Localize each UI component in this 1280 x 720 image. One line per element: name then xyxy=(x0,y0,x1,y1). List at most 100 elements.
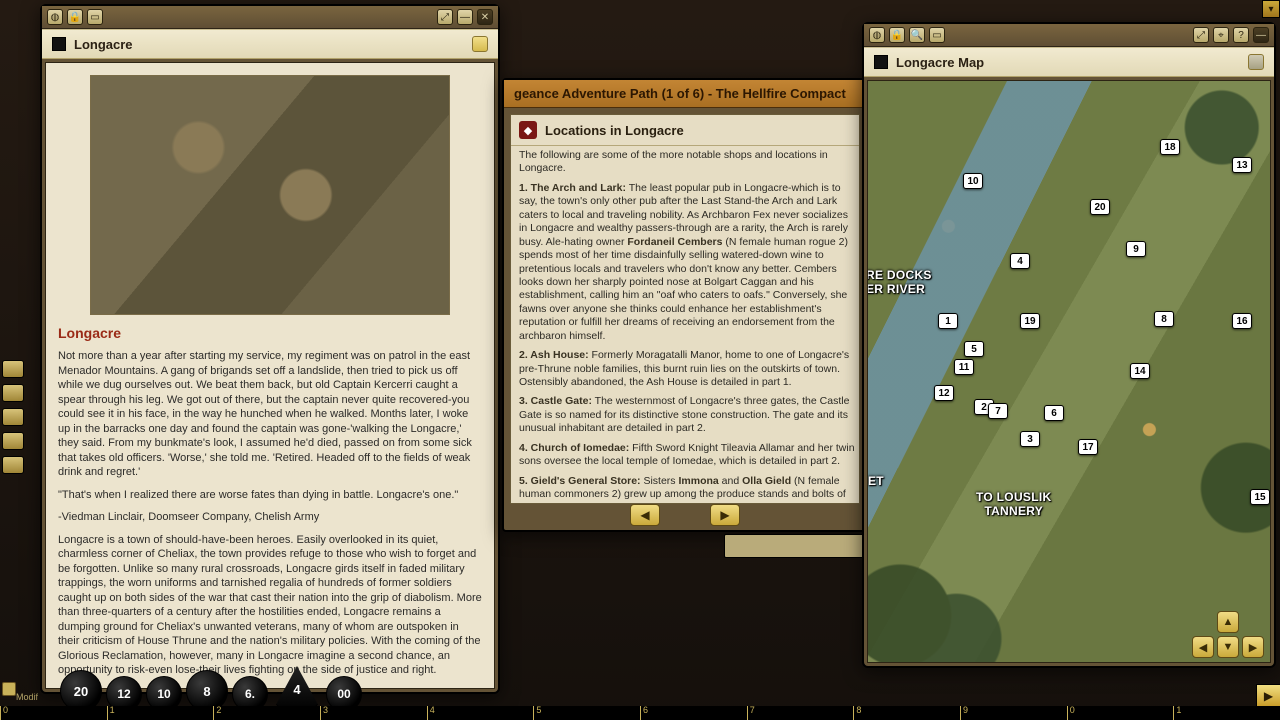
adventure-path-banner: geance Adventure Path (1 of 6) - The Hel… xyxy=(504,80,866,108)
longacre-illustration xyxy=(90,75,450,315)
window-minimize-icon[interactable]: — xyxy=(457,9,473,25)
right-edge-play-button[interactable]: ▶ xyxy=(1256,684,1280,708)
ruler-tick: 9 xyxy=(960,706,1067,720)
prev-page-button[interactable]: ◀ xyxy=(630,504,660,526)
map-pan-up-button[interactable]: ▲ xyxy=(1217,611,1239,633)
locations-intro: The following are some of the more notab… xyxy=(519,149,859,176)
map-pin-7[interactable]: 7 xyxy=(988,403,1008,419)
map-pin-14[interactable]: 14 xyxy=(1130,363,1150,379)
loc-entry-3: 3. Castle Gate: The westernmost of Longa… xyxy=(519,395,859,435)
map-pin-18[interactable]: 18 xyxy=(1160,139,1180,155)
map-pin-1[interactable]: 1 xyxy=(938,313,958,329)
book-icon[interactable]: ▭ xyxy=(929,27,945,43)
lock-icon[interactable]: 🔒 xyxy=(889,27,905,43)
locations-window: geance Adventure Path (1 of 6) - The Hel… xyxy=(502,78,868,532)
map-label-et: ET xyxy=(868,475,884,489)
book-icon[interactable]: ▭ xyxy=(87,9,103,25)
map-trees xyxy=(868,81,1270,662)
map-label-docks: RE DOCKSER RIVER xyxy=(868,269,932,297)
ruler-tick: 0 xyxy=(0,706,107,720)
rail-tool-5[interactable] xyxy=(2,456,24,474)
map-pan-right-button[interactable]: ▶ xyxy=(1242,636,1264,658)
next-page-button[interactable]: ▶ xyxy=(710,504,740,526)
locations-nav: ◀ ▶ xyxy=(504,504,866,526)
locations-header: ◆ Locations in Longacre xyxy=(511,115,859,146)
ruler-tick: 1 xyxy=(1173,706,1280,720)
map-pan-down-button[interactable]: ▼ xyxy=(1217,636,1239,658)
rail-tool-2[interactable] xyxy=(2,384,24,402)
longacre-story-window: ◍ 🔒 ▭ ⤢ — ✕ Longacre Longacre Not more t… xyxy=(40,4,500,694)
ruler-tick: 3 xyxy=(320,706,427,720)
search-icon[interactable]: 🔍 xyxy=(909,27,925,43)
map-icon xyxy=(874,55,888,69)
longacre-title-text: Longacre xyxy=(74,37,133,52)
longacre-window-controls: ◍ 🔒 ▭ ⤢ — ✕ xyxy=(42,6,498,29)
ruler-tick: 2 xyxy=(213,706,320,720)
ruler-tick: 0 xyxy=(1067,706,1174,720)
locations-title: Locations in Longacre xyxy=(545,123,684,138)
longacre-titlebar[interactable]: Longacre xyxy=(42,29,498,59)
right-edge-tab[interactable]: ▾ xyxy=(1262,0,1280,18)
ruler-tick: 8 xyxy=(853,706,960,720)
loc-entry-2: 2. Ash House: Formerly Moragatalli Manor… xyxy=(519,349,859,389)
window-minimize-icon[interactable]: — xyxy=(1253,27,1269,43)
map-pin-20[interactable]: 20 xyxy=(1090,199,1110,215)
map-pin-12[interactable]: 12 xyxy=(934,385,954,401)
longacre-p4: Longacre is a town of should-have-been h… xyxy=(58,533,482,678)
unlock-icon[interactable] xyxy=(2,682,16,696)
map-pan-left-button[interactable]: ◀ xyxy=(1192,636,1214,658)
map-pin-8[interactable]: 8 xyxy=(1154,311,1174,327)
ruler-tick: 7 xyxy=(747,706,854,720)
map-pin-19[interactable]: 19 xyxy=(1020,313,1040,329)
longacre-p2: "That's when I realized there are worse … xyxy=(58,488,482,503)
map-pin-11[interactable]: 11 xyxy=(954,359,974,375)
longacre-scroll[interactable]: Longacre Not more than a year after star… xyxy=(52,69,488,682)
map-viewport[interactable]: 1813102049119816511141227631715 RE DOCKS… xyxy=(868,81,1270,662)
map-pin-4[interactable]: 4 xyxy=(1010,253,1030,269)
target-icon[interactable]: ⌖ xyxy=(1213,27,1229,43)
globe-icon[interactable]: ◍ xyxy=(869,27,885,43)
map-title-button[interactable] xyxy=(1248,54,1264,70)
rail-tool-4[interactable] xyxy=(2,432,24,450)
map-titlebar[interactable]: Longacre Map xyxy=(864,47,1274,77)
map-pin-15[interactable]: 15 xyxy=(1250,489,1270,505)
left-tool-rail xyxy=(2,360,26,474)
rail-tool-1[interactable] xyxy=(2,360,24,378)
map-pin-16[interactable]: 16 xyxy=(1232,313,1252,329)
loc-entry-5: 5. Gield's General Store: Sisters Immona… xyxy=(519,475,859,503)
ruler-tick: 6 xyxy=(640,706,747,720)
map-window-controls: ◍ 🔒 🔍 ▭ ⤢ ⌖ ? — xyxy=(864,24,1274,47)
map-pin-3[interactable]: 3 xyxy=(1020,431,1040,447)
longacre-heading: Longacre xyxy=(58,325,482,341)
map-pin-9[interactable]: 9 xyxy=(1126,241,1146,257)
bottom-ruler: 012345678901 xyxy=(0,706,1280,720)
map-label-tannery: TO LOUSLIKTANNERY xyxy=(976,491,1051,519)
map-title-text: Longacre Map xyxy=(896,55,984,70)
modifier-label: Modif xyxy=(16,692,38,702)
map-pin-6[interactable]: 6 xyxy=(1044,405,1064,421)
longacre-p3: -Viedman Linclair, Doomseer Company, Che… xyxy=(58,510,482,525)
longacre-story-body: Not more than a year after starting my s… xyxy=(58,349,482,682)
map-pin-5[interactable]: 5 xyxy=(964,341,984,357)
longacre-title-button[interactable] xyxy=(472,36,488,52)
loc-entry-4: 4. Church of Iomedae: Fifth Sword Knight… xyxy=(519,442,859,469)
map-pan-controls: ▲ ◀ ▼ ▶ xyxy=(1192,611,1264,658)
map-pin-17[interactable]: 17 xyxy=(1078,439,1098,455)
expand-icon[interactable]: ⤢ xyxy=(1193,27,1209,43)
doc-icon xyxy=(52,37,66,51)
map-pin-10[interactable]: 10 xyxy=(963,173,983,189)
longacre-p1: Not more than a year after starting my s… xyxy=(58,349,482,480)
window-resize-icon[interactable]: ⤢ xyxy=(437,9,453,25)
window-close-icon[interactable]: ✕ xyxy=(477,9,493,25)
shield-icon: ◆ xyxy=(519,121,537,139)
globe-icon[interactable]: ◍ xyxy=(47,9,63,25)
ruler-tick: 1 xyxy=(107,706,214,720)
rail-tool-3[interactable] xyxy=(2,408,24,426)
minimized-window[interactable] xyxy=(724,534,864,558)
lock-icon[interactable]: 🔒 xyxy=(67,9,83,25)
loc-entry-1: 1. The Arch and Lark: The least popular … xyxy=(519,182,859,343)
map-pin-13[interactable]: 13 xyxy=(1232,157,1252,173)
locations-scroll[interactable]: The following are some of the more notab… xyxy=(519,149,859,503)
help-icon[interactable]: ? xyxy=(1233,27,1249,43)
map-window: ◍ 🔒 🔍 ▭ ⤢ ⌖ ? — Longacre Map 18131020491… xyxy=(862,22,1276,668)
